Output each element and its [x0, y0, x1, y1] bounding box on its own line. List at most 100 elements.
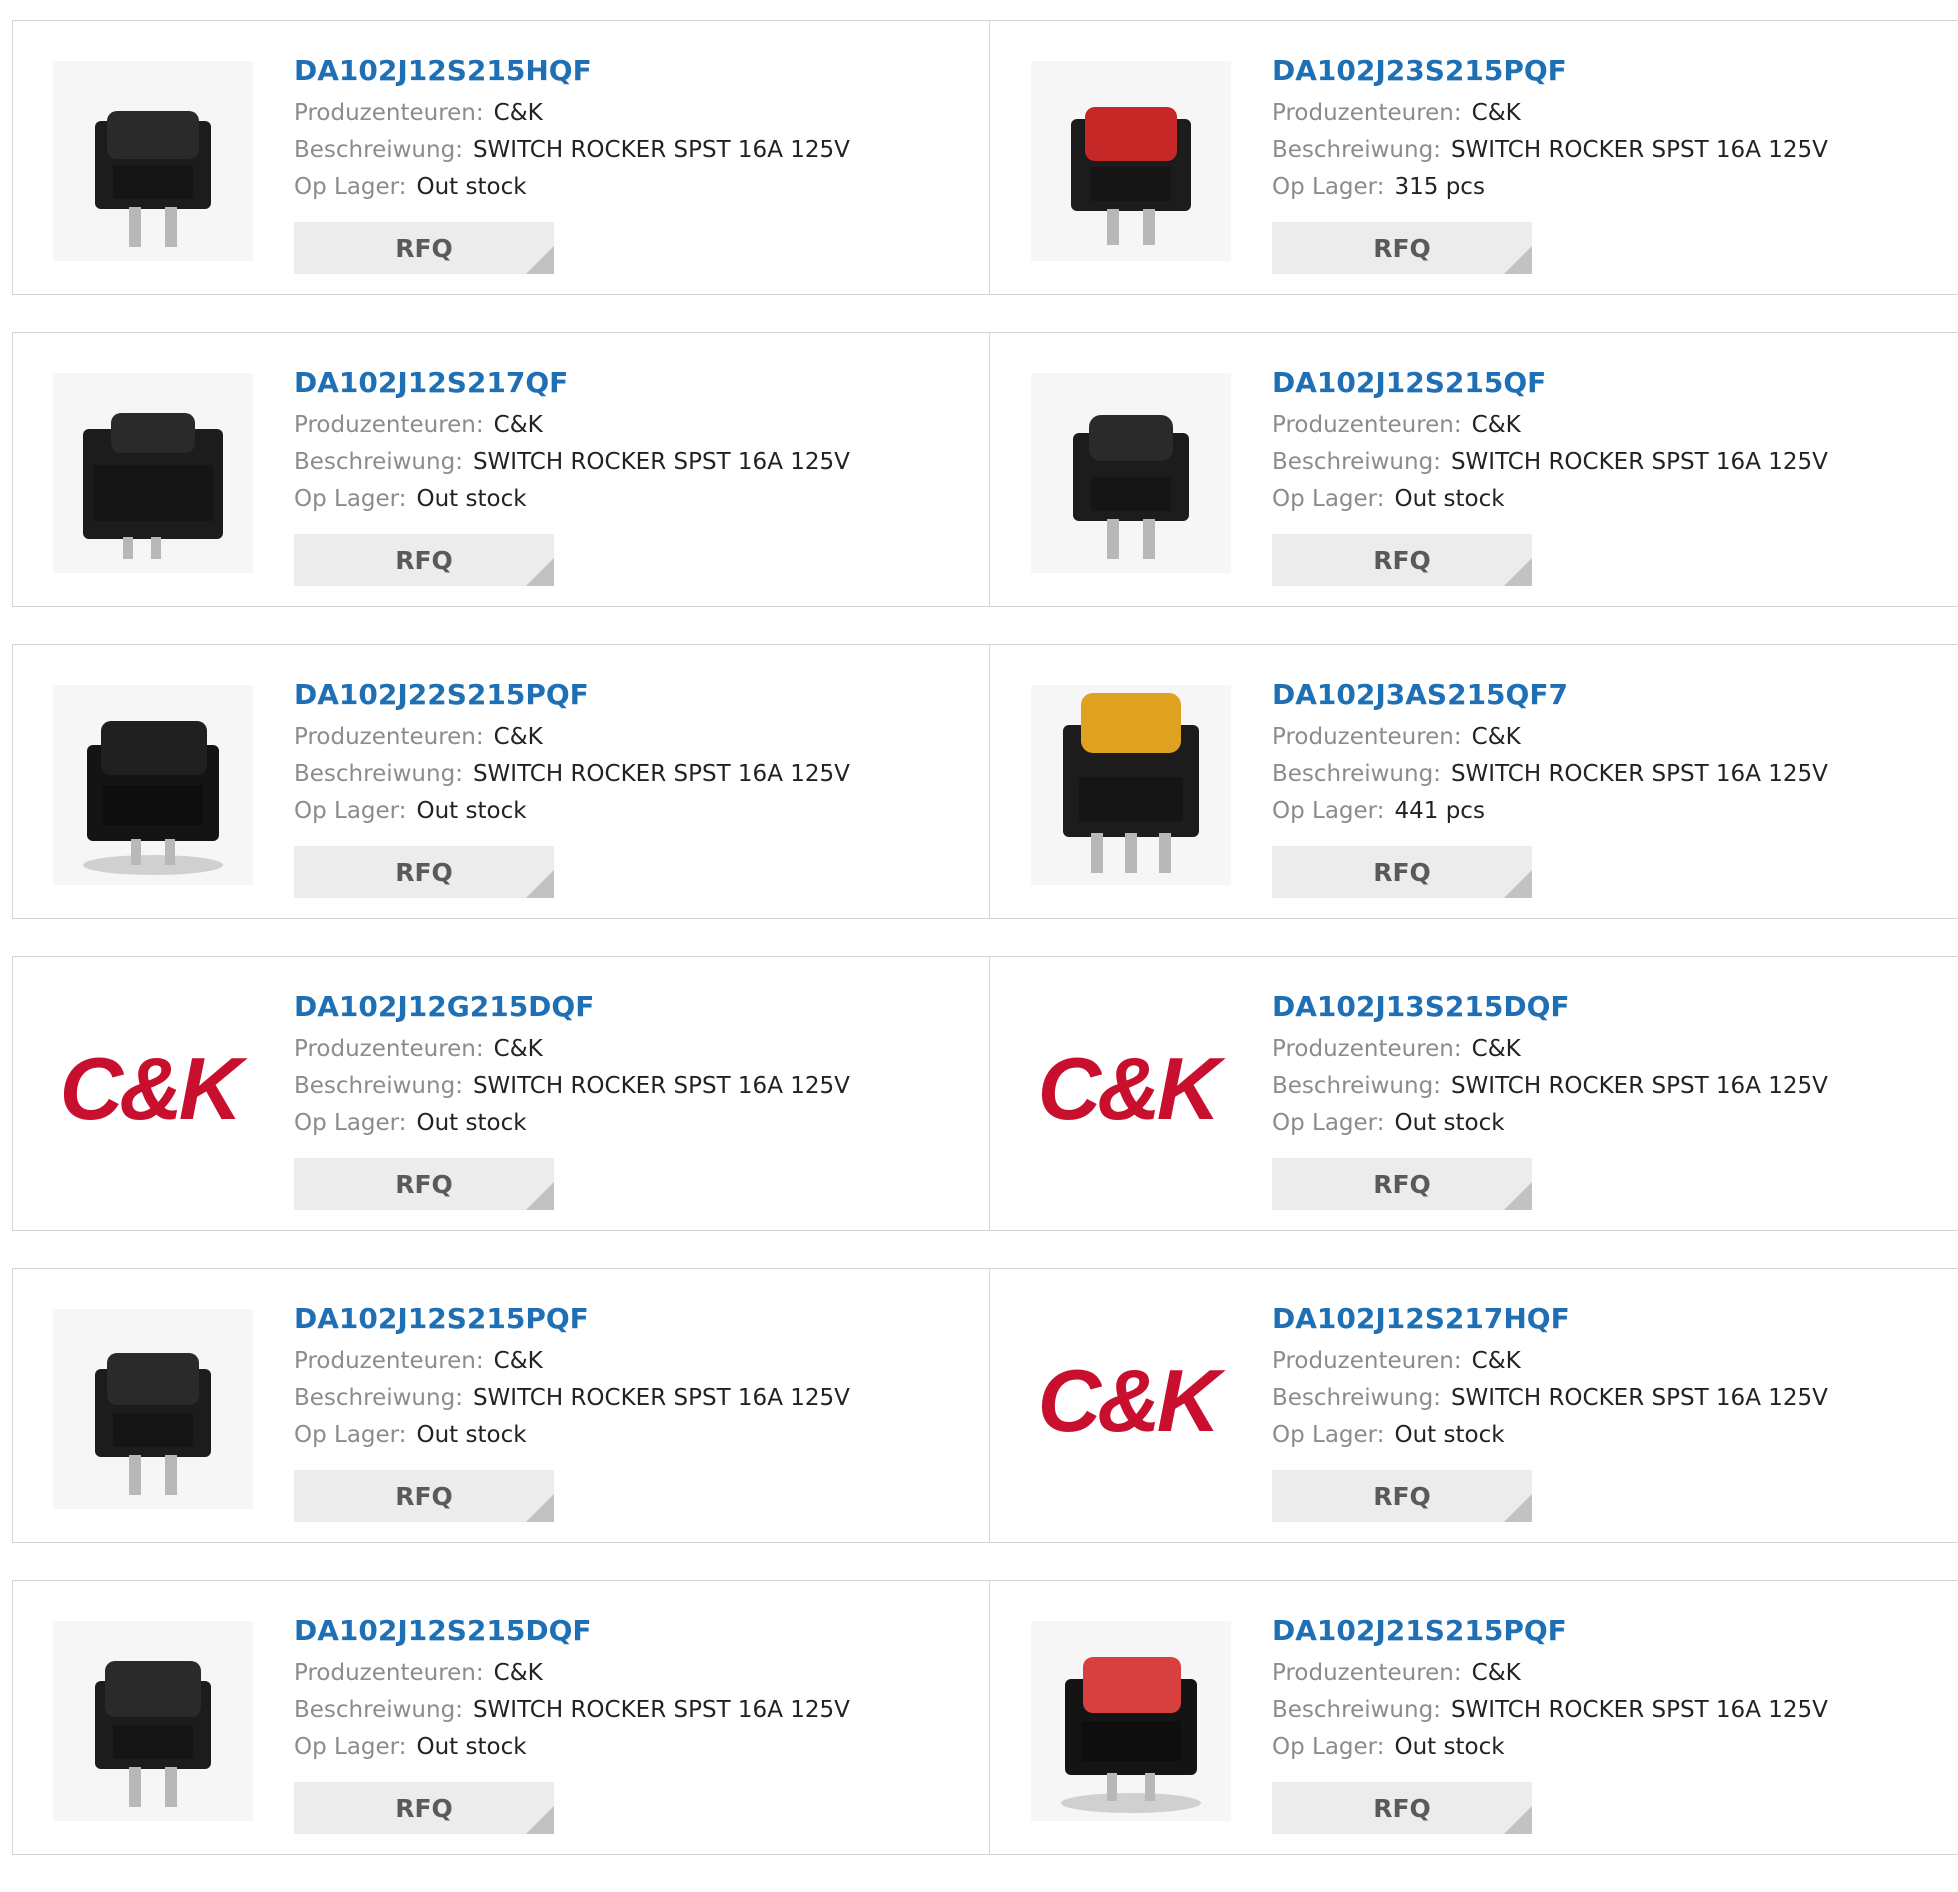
stock-line: Op Lager: Out stock — [1272, 1105, 1932, 1142]
manufacturer-line: Produzenteuren: C&K — [1272, 719, 1932, 756]
description-value: SWITCH ROCKER SPST 16A 125V — [472, 137, 850, 163]
stock-value: Out stock — [1394, 1734, 1505, 1760]
rfq-button[interactable]: RFQ — [294, 846, 554, 898]
part-number-link[interactable]: DA102J12G215DQF — [294, 987, 954, 1027]
product-info: DA102J22S215PQF Produzenteuren: C&K Besch… — [294, 675, 954, 830]
product-card: DA102J12S215PQF Produzenteuren: C&K Besch… — [13, 1269, 990, 1542]
rfq-label: RFQ — [1373, 1481, 1431, 1511]
rfq-button[interactable]: RFQ — [1272, 1158, 1532, 1210]
stock-line: Op Lager: Out stock — [294, 1105, 954, 1142]
product-info: DA102J12G215DQF Produzenteuren: C&K Besch… — [294, 987, 954, 1142]
stock-label: Op Lager: — [294, 798, 407, 824]
description-label: Beschreiwung: — [1272, 761, 1441, 787]
stock-line: Op Lager: Out stock — [1272, 481, 1932, 518]
product-card: DA102J12S217QF Produzenteuren: C&K Beschr… — [13, 333, 990, 606]
stock-line: Op Lager: Out stock — [294, 793, 954, 830]
part-number-link[interactable]: DA102J12S217HQF — [1272, 1299, 1932, 1339]
rocker-switch-black-icon[interactable] — [1031, 373, 1231, 573]
rocker-switch-black-icon[interactable] — [53, 1621, 253, 1821]
part-number-link[interactable]: DA102J12S215DQF — [294, 1611, 954, 1651]
part-number-link[interactable]: DA102J12S215HQF — [294, 51, 954, 91]
rfq-button[interactable]: RFQ — [294, 534, 554, 586]
stock-line: Op Lager: 441 pcs — [1272, 793, 1932, 830]
manufacturer-line: Produzenteuren: C&K — [294, 95, 954, 132]
corner-triangle-icon — [1504, 1182, 1532, 1210]
ck-logo[interactable]: C&K — [53, 997, 253, 1197]
product-card: C&K DA102J12S217HQF Produzenteuren: C&K B… — [991, 1269, 1958, 1542]
description-value: SWITCH ROCKER SPST 16A 125V — [1450, 1697, 1828, 1723]
stock-value: 441 pcs — [1394, 798, 1485, 824]
manufacturer-label: Produzenteuren: — [294, 1036, 484, 1062]
rfq-button[interactable]: RFQ — [294, 1470, 554, 1522]
rfq-button[interactable]: RFQ — [294, 1158, 554, 1210]
part-number-link[interactable]: DA102J21S215PQF — [1272, 1611, 1932, 1651]
rfq-label: RFQ — [395, 1793, 453, 1823]
stock-label: Op Lager: — [1272, 1734, 1385, 1760]
corner-triangle-icon — [1504, 1806, 1532, 1834]
ck-logo[interactable]: C&K — [1031, 997, 1231, 1197]
corner-triangle-icon — [526, 870, 554, 898]
rocker-switch-black-icon[interactable] — [53, 61, 253, 261]
stock-line: Op Lager: Out stock — [294, 481, 954, 518]
rfq-button[interactable]: RFQ — [294, 222, 554, 274]
part-number-link[interactable]: DA102J12S217QF — [294, 363, 954, 403]
part-number-link[interactable]: DA102J12S215QF — [1272, 363, 1932, 403]
description-line: Beschreiwung: SWITCH ROCKER SPST 16A 125V — [294, 1380, 954, 1417]
rfq-button[interactable]: RFQ — [1272, 1470, 1532, 1522]
description-label: Beschreiwung: — [294, 1073, 463, 1099]
manufacturer-value: C&K — [493, 724, 543, 750]
manufacturer-label: Produzenteuren: — [294, 724, 484, 750]
rocker-switch-amber-icon[interactable] — [1031, 685, 1231, 885]
manufacturer-value: C&K — [493, 1660, 543, 1686]
rfq-button[interactable]: RFQ — [294, 1782, 554, 1834]
description-value: SWITCH ROCKER SPST 16A 125V — [472, 449, 850, 475]
product-card: DA102J12S215HQF Produzenteuren: C&K Besch… — [13, 21, 990, 294]
rfq-button[interactable]: RFQ — [1272, 1782, 1532, 1834]
description-line: Beschreiwung: SWITCH ROCKER SPST 16A 125V — [1272, 1380, 1932, 1417]
rocker-switch-black-icon[interactable] — [53, 685, 253, 885]
product-card: DA102J23S215PQF Produzenteuren: C&K Besch… — [991, 21, 1958, 294]
rfq-label: RFQ — [395, 857, 453, 887]
product-info: DA102J23S215PQF Produzenteuren: C&K Besch… — [1272, 51, 1932, 206]
corner-triangle-icon — [526, 1494, 554, 1522]
manufacturer-line: Produzenteuren: C&K — [294, 1343, 954, 1380]
rfq-button[interactable]: RFQ — [1272, 534, 1532, 586]
stock-value: Out stock — [1394, 486, 1505, 512]
part-number-link[interactable]: DA102J12S215PQF — [294, 1299, 954, 1339]
product-info: DA102J12S217HQF Produzenteuren: C&K Besch… — [1272, 1299, 1932, 1454]
description-value: SWITCH ROCKER SPST 16A 125V — [1450, 137, 1828, 163]
rocker-switch-black-icon[interactable] — [53, 1309, 253, 1509]
part-number-link[interactable]: DA102J13S215DQF — [1272, 987, 1932, 1027]
rocker-switch-red-icon[interactable] — [1031, 1621, 1231, 1821]
stock-label: Op Lager: — [294, 1734, 407, 1760]
product-info: DA102J12S215PQF Produzenteuren: C&K Besch… — [294, 1299, 954, 1454]
rfq-label: RFQ — [395, 1169, 453, 1199]
stock-line: Op Lager: Out stock — [294, 169, 954, 206]
rfq-button[interactable]: RFQ — [1272, 846, 1532, 898]
description-label: Beschreiwung: — [1272, 1385, 1441, 1411]
manufacturer-label: Produzenteuren: — [294, 1660, 484, 1686]
manufacturer-label: Produzenteuren: — [1272, 100, 1462, 126]
description-line: Beschreiwung: SWITCH ROCKER SPST 16A 125V — [1272, 1068, 1932, 1105]
manufacturer-line: Produzenteuren: C&K — [1272, 1031, 1932, 1068]
corner-triangle-icon — [526, 558, 554, 586]
ck-logo-text: C&K — [1038, 1351, 1226, 1450]
product-info: DA102J12S217QF Produzenteuren: C&K Beschr… — [294, 363, 954, 518]
rfq-label: RFQ — [395, 1481, 453, 1511]
part-number-link[interactable]: DA102J23S215PQF — [1272, 51, 1932, 91]
description-value: SWITCH ROCKER SPST 16A 125V — [472, 761, 850, 787]
description-line: Beschreiwung: SWITCH ROCKER SPST 16A 125V — [1272, 132, 1932, 169]
part-number-link[interactable]: DA102J22S215PQF — [294, 675, 954, 715]
ck-logo[interactable]: C&K — [1031, 1309, 1231, 1509]
description-label: Beschreiwung: — [1272, 137, 1441, 163]
manufacturer-value: C&K — [1471, 1348, 1521, 1374]
rfq-button[interactable]: RFQ — [1272, 222, 1532, 274]
rfq-label: RFQ — [1373, 1169, 1431, 1199]
stock-line: Op Lager: 315 pcs — [1272, 169, 1932, 206]
rocker-switch-red-icon[interactable] — [1031, 61, 1231, 261]
description-label: Beschreiwung: — [1272, 1073, 1441, 1099]
part-number-link[interactable]: DA102J3AS215QF7 — [1272, 675, 1932, 715]
stock-value: Out stock — [1394, 1110, 1505, 1136]
rocker-switch-black-icon[interactable] — [53, 373, 253, 573]
product-row: DA102J12S215HQF Produzenteuren: C&K Besch… — [12, 20, 1958, 295]
